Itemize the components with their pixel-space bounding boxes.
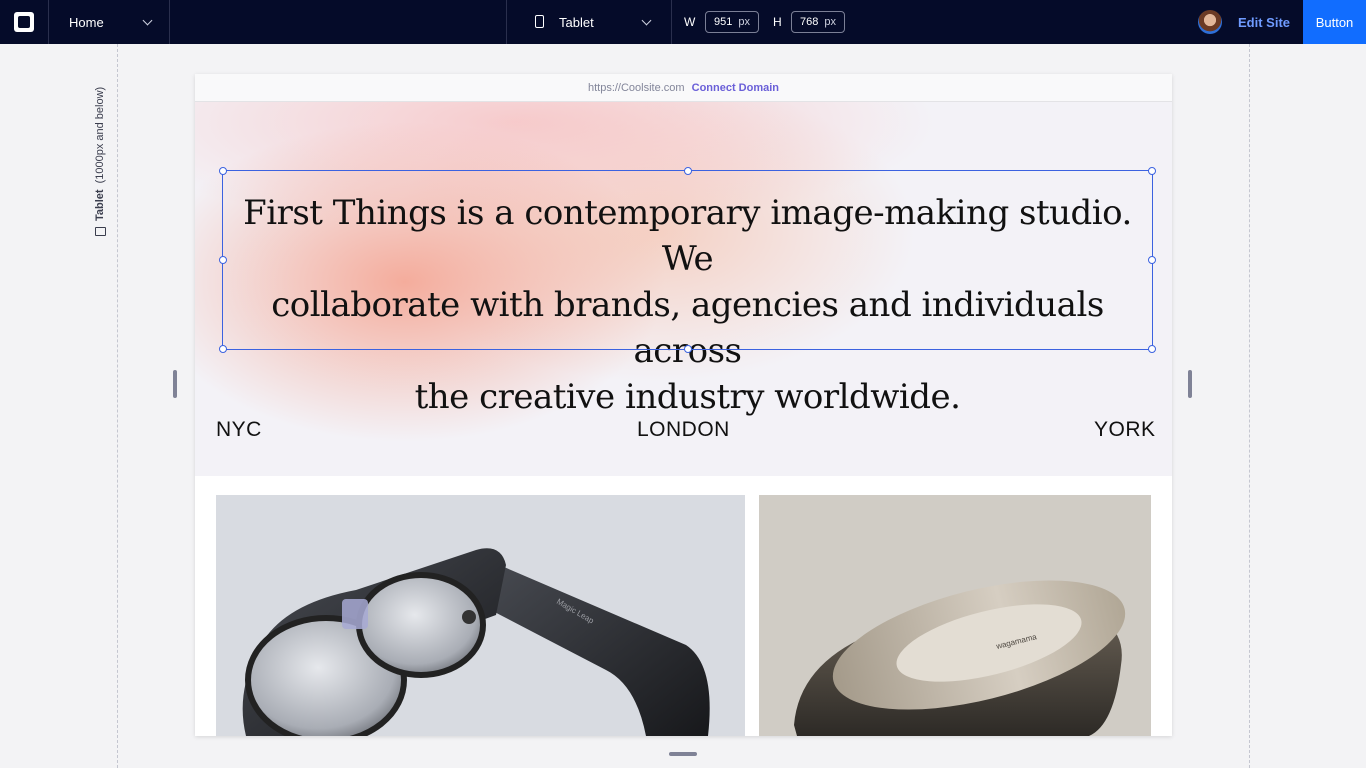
gallery-image-glasses[interactable]: Magic Leap xyxy=(216,495,745,736)
logo-icon xyxy=(14,12,34,32)
editor-top-bar: Home Tablet W 951 px H 768 px Edit Site … xyxy=(0,0,1366,44)
resize-handle[interactable] xyxy=(683,345,692,353)
city-label-nyc[interactable]: NYC xyxy=(216,418,262,442)
height-unit: px xyxy=(824,16,836,28)
site-url-bar: https://Coolsite.com Connect Domain xyxy=(195,74,1172,102)
chevron-down-icon xyxy=(142,15,153,26)
gallery-image-bowl[interactable]: wagamama xyxy=(759,495,1151,736)
edit-site-link[interactable]: Edit Site xyxy=(1238,15,1290,30)
height-label: H xyxy=(773,15,782,29)
tablet-icon xyxy=(94,227,106,236)
resize-handle[interactable] xyxy=(683,167,692,175)
resize-handle[interactable] xyxy=(219,167,227,175)
device-selector[interactable]: Tablet xyxy=(507,0,671,44)
tablet-icon xyxy=(535,15,544,28)
hero-text-line: the creative industry worldwide. xyxy=(414,377,961,417)
resize-handle-bottom[interactable] xyxy=(669,752,697,756)
page-selector[interactable]: Home xyxy=(49,0,169,44)
editor-logo-button[interactable] xyxy=(0,0,48,44)
breakpoint-label: Tablet (1000px and below) xyxy=(94,87,106,236)
connect-domain-link[interactable]: Connect Domain xyxy=(692,82,779,94)
breakpoint-name: Tablet xyxy=(94,189,106,221)
resize-handle[interactable] xyxy=(219,256,227,264)
city-label-york[interactable]: YORK xyxy=(1094,418,1156,442)
breakpoint-range: (1000px and below) xyxy=(94,86,106,184)
avatar[interactable] xyxy=(1198,10,1222,34)
resize-handle-left[interactable] xyxy=(173,370,177,398)
width-label: W xyxy=(684,15,696,29)
ar-glasses-illustration: Magic Leap xyxy=(242,548,710,736)
divider xyxy=(671,0,672,44)
site-preview-frame: https://Coolsite.com Connect Domain Firs… xyxy=(195,74,1172,736)
device-selector-label: Tablet xyxy=(559,15,594,30)
width-input[interactable]: 951 px xyxy=(705,11,759,33)
site-url: https://Coolsite.com xyxy=(587,82,685,94)
width-value: 951 xyxy=(714,16,733,28)
breakpoint-guide-left xyxy=(117,44,118,768)
primary-button[interactable]: Button xyxy=(1303,0,1366,44)
resize-handle-right[interactable] xyxy=(1188,370,1192,398)
resize-handle[interactable] xyxy=(1148,345,1156,353)
divider xyxy=(169,0,170,44)
resize-handle[interactable] xyxy=(1148,167,1156,175)
height-value: 768 xyxy=(800,16,819,28)
chevron-down-icon xyxy=(641,15,652,26)
breakpoint-guide-right xyxy=(1249,44,1250,768)
city-label-london[interactable]: LONDON xyxy=(637,418,730,442)
resize-handle[interactable] xyxy=(219,345,227,353)
bowl-illustration: wagamama xyxy=(794,580,1126,736)
width-unit: px xyxy=(738,16,750,28)
text-selection-box[interactable] xyxy=(219,167,1156,353)
resize-handle[interactable] xyxy=(1148,256,1156,264)
page-selector-label: Home xyxy=(69,15,104,30)
height-input[interactable]: 768 px xyxy=(791,11,845,33)
hero-section[interactable]: First Things is a contemporary image-mak… xyxy=(195,102,1172,476)
